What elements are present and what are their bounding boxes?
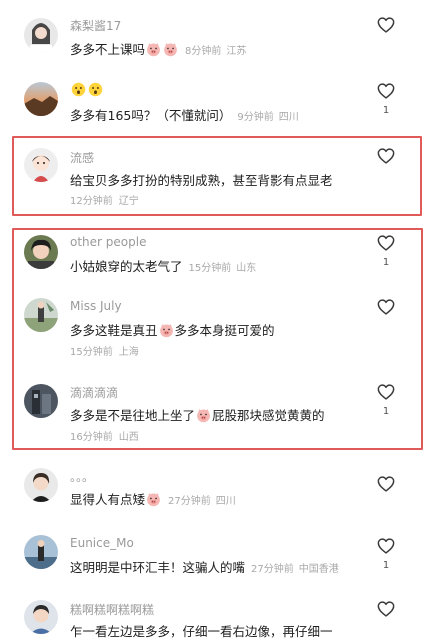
avatar[interactable] xyxy=(24,600,58,634)
comment-text-row: 多多这鞋是真丑 多多本身挺可爱的 xyxy=(70,320,275,339)
like-button[interactable] xyxy=(376,17,396,33)
comment-item: 糕啊糕啊糕啊糕 乍一看左边是多多，仔细一看右边像，再仔细一 xyxy=(0,596,438,640)
username[interactable]: 森梨酱17 xyxy=(70,17,121,34)
comment-text-row: 多多有165吗？（不懂就问） 9分钟前 四川 xyxy=(70,105,299,124)
username[interactable]: Miss July xyxy=(70,299,122,313)
like-count: 1 xyxy=(382,406,390,417)
like-button[interactable] xyxy=(376,601,396,617)
avatar[interactable] xyxy=(24,384,58,418)
comment-meta: 16分钟前 山西 xyxy=(70,432,139,443)
comment-item: 滴滴滴滴 多多是不是往地上坐了 屁股那块感觉黄黄的 16分钟前 山西 1 xyxy=(0,376,438,448)
avatar[interactable] xyxy=(24,298,58,332)
like-count: 1 xyxy=(382,257,390,268)
heart-outline-icon xyxy=(377,235,395,251)
heart-outline-icon xyxy=(377,476,395,492)
avatar[interactable] xyxy=(24,148,58,182)
username[interactable]: 流感 xyxy=(70,149,94,166)
comment-text: 乍一看左边是多多，仔细一看右边像，再仔细一 xyxy=(70,624,333,639)
comment-text: 显得人有点矮 xyxy=(70,492,146,507)
avatar[interactable] xyxy=(24,82,58,116)
comment-text: 多多不上课吗 xyxy=(70,42,146,57)
comment-meta: 27分钟前 中国香港 xyxy=(251,564,339,575)
heart-outline-icon xyxy=(377,538,395,554)
comment-meta: 27分钟前 四川 xyxy=(168,496,236,507)
username[interactable]: other people xyxy=(70,235,146,249)
heart-outline-icon xyxy=(377,17,395,33)
comment-meta: 9分钟前 四川 xyxy=(237,112,299,123)
comment-item: Eunice_Mo 这明明是中环汇丰！这骗人的嘴 27分钟前 中国香港 1 xyxy=(0,530,438,594)
username[interactable]: 。。。 xyxy=(70,468,94,485)
comment-text: 多多本身挺可爱的 xyxy=(174,323,275,338)
avatar[interactable] xyxy=(24,18,58,52)
comment-text: 多多是不是往地上坐了 xyxy=(70,408,196,423)
pig-face-emoji-icon xyxy=(146,492,161,507)
comment-text-row: 显得人有点矮 27分钟前 四川 xyxy=(70,489,236,508)
comment-text: 小姑娘穿的太老气了 xyxy=(70,259,183,274)
surprised-face-emoji-icon xyxy=(88,82,103,97)
like-button[interactable] xyxy=(376,299,396,315)
comment-text-row: 多多是不是往地上坐了 屁股那块感觉黄黄的 xyxy=(70,405,325,424)
heart-outline-icon xyxy=(377,601,395,617)
like-button[interactable] xyxy=(376,148,396,164)
avatar[interactable] xyxy=(24,535,58,569)
avatar[interactable] xyxy=(24,235,58,269)
comment-text: 屁股那块感觉黄黄的 xyxy=(212,408,325,423)
comment-item: other people 小姑娘穿的太老气了 15分钟前 山东 1 xyxy=(0,230,438,290)
like-button[interactable]: 1 xyxy=(376,384,396,417)
username[interactable]: 糕啊糕啊糕啊糕 xyxy=(70,601,154,618)
comment-meta: 15分钟前 上海 xyxy=(70,347,139,358)
pig-face-emoji-icon xyxy=(163,42,178,57)
heart-outline-icon xyxy=(377,148,395,164)
comment-meta: 15分钟前 山东 xyxy=(188,263,257,274)
comment-text-row: 小姑娘穿的太老气了 15分钟前 山东 xyxy=(70,256,256,275)
comment-meta: 8分钟前 江苏 xyxy=(185,46,247,57)
comment-item: 流感 给宝贝多多打扮的特别成熟，甚至背影有点显老 12分钟前 辽宁 xyxy=(0,138,438,214)
comment-item: Miss July 多多这鞋是真丑 多多本身挺可爱的 15分钟前 上海 xyxy=(0,292,438,370)
like-button[interactable]: 1 xyxy=(376,83,396,116)
surprised-face-emoji-icon xyxy=(71,82,86,97)
comment-text-row: 多多不上课吗 8分钟前 江苏 xyxy=(70,39,246,58)
username[interactable]: 滴滴滴滴 xyxy=(70,384,118,401)
username[interactable]: Eunice_Mo xyxy=(70,536,134,550)
like-count: 1 xyxy=(382,105,390,116)
comment-text: 多多有165吗？（不懂就问） xyxy=(70,108,232,123)
pig-face-emoji-icon xyxy=(146,42,161,57)
like-button[interactable]: 1 xyxy=(376,235,396,268)
comment-text: 这明明是中环汇丰！这骗人的嘴 xyxy=(70,560,246,575)
emoji-row xyxy=(70,82,104,97)
pig-face-emoji-icon xyxy=(159,323,174,338)
comment-meta: 12分钟前 辽宁 xyxy=(70,196,139,207)
pig-face-emoji-icon xyxy=(196,408,211,423)
like-button[interactable]: 1 xyxy=(376,538,396,571)
comment-item: 森梨酱17 多多不上课吗 8分钟前 江苏 xyxy=(0,0,438,70)
heart-outline-icon xyxy=(377,384,395,400)
avatar[interactable] xyxy=(24,468,58,502)
comment-text: 给宝贝多多打扮的特别成熟，甚至背影有点显老 xyxy=(70,173,333,188)
like-button[interactable] xyxy=(376,476,396,492)
comment-item: 。。。 显得人有点矮 27分钟前 四川 xyxy=(0,462,438,526)
like-count: 1 xyxy=(382,560,390,571)
comment-item: 多多有165吗？（不懂就问） 9分钟前 四川 1 xyxy=(0,70,438,134)
heart-outline-icon xyxy=(377,83,395,99)
heart-outline-icon xyxy=(377,299,395,315)
comment-text-row: 这明明是中环汇丰！这骗人的嘴 27分钟前 中国香港 xyxy=(70,557,339,576)
comment-text: 多多这鞋是真丑 xyxy=(70,323,158,338)
